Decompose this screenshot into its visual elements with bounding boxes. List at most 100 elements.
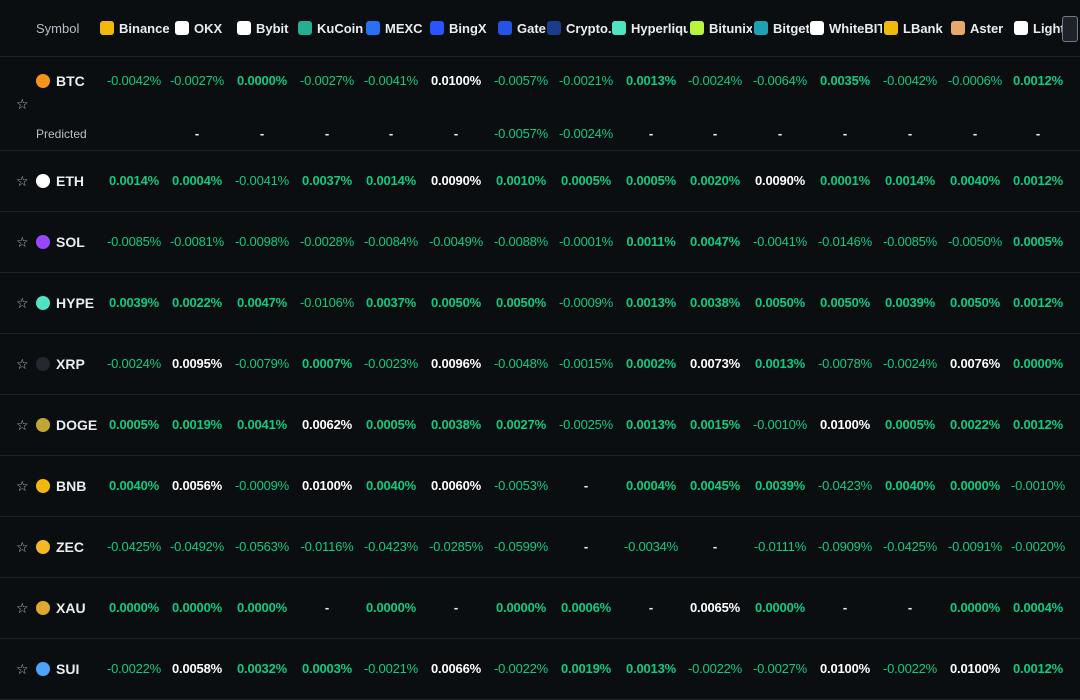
favorite-star-icon[interactable]: ☆ — [16, 418, 29, 432]
bybit-icon — [237, 21, 251, 35]
crypto-com-icon — [547, 21, 561, 35]
table-row[interactable]: ☆ SOL -0.0085% -0.0081% -0.0098% -0.0028% -0.0… — [0, 211, 1080, 273]
funding-rate-cell: -0.0022% — [687, 661, 743, 676]
funding-rate-cell: 0.0001% — [820, 173, 870, 188]
favorite-star-icon[interactable]: ☆ — [16, 601, 29, 615]
predicted-rate-cell: - — [648, 126, 654, 141]
coin-symbol[interactable]: DOGE — [56, 417, 97, 433]
table-row[interactable]: ☆ BNB 0.0040% 0.0056% -0.0009% 0.0100% 0.0040%… — [0, 455, 1080, 517]
funding-rate-cell: 0.0040% — [366, 478, 416, 493]
exchange-header-bitunix[interactable]: Bitunix — [690, 0, 752, 56]
funding-rate-cell: - — [583, 478, 589, 493]
exchange-header-aster[interactable]: Aster — [951, 0, 1013, 56]
funding-rate-cell: - — [712, 539, 718, 554]
funding-rate-cell: 0.0073% — [690, 356, 740, 371]
funding-rate-cell: 0.0005% — [885, 417, 935, 432]
table-row[interactable]: ☆ HYPE 0.0039% 0.0022% 0.0047% -0.0106% 0.0037… — [0, 272, 1080, 334]
funding-rate-cell: 0.0040% — [109, 478, 159, 493]
exchange-header-bitget[interactable]: Bitget — [754, 0, 809, 56]
favorite-star-icon[interactable]: ☆ — [16, 357, 29, 371]
funding-rate-cell: -0.0024% — [882, 356, 938, 371]
binance-icon — [100, 21, 114, 35]
exchange-name: Bitunix — [709, 20, 752, 36]
exchange-header-kucoin[interactable]: KuCoin — [298, 0, 364, 56]
funding-rate-cell: -0.0025% — [558, 417, 614, 432]
sol-icon — [36, 235, 50, 249]
funding-rate-cell: 0.0012% — [1013, 417, 1063, 432]
symbol-column-header[interactable]: Symbol — [36, 0, 96, 56]
funding-rate-cell: 0.0066% — [431, 661, 481, 676]
table-row[interactable]: ☆ DOGE 0.0005% 0.0019% 0.0041% 0.0062% 0.0005%… — [0, 394, 1080, 456]
favorite-star-icon[interactable]: ☆ — [16, 174, 29, 188]
exchange-header-crypto-com[interactable]: Crypto.com — [547, 0, 611, 56]
funding-rate-cell: 0.0100% — [820, 417, 870, 432]
funding-rate-cell: 0.0000% — [496, 600, 546, 615]
table-row[interactable]: ☆ ETH 0.0014% 0.0004% -0.0041% 0.0037% 0.0014%… — [0, 150, 1080, 212]
predicted-rate-cell: - — [972, 126, 978, 141]
favorite-star-icon[interactable]: ☆ — [16, 479, 29, 493]
funding-rate-cell: 0.0096% — [431, 356, 481, 371]
sui-icon — [36, 662, 50, 676]
coin-symbol[interactable]: ZEC — [56, 539, 84, 555]
exchange-header-gate[interactable]: Gate — [498, 0, 546, 56]
funding-rate-cell: 0.0040% — [885, 478, 935, 493]
predicted-rate-cell: - — [388, 126, 394, 141]
funding-rate-cell: 0.0000% — [1013, 356, 1063, 371]
table-row[interactable]: ☆ XAU 0.0000% 0.0000% 0.0000% - 0.0000% - 0.0000… — [0, 577, 1080, 639]
funding-rate-cell: 0.0007% — [302, 356, 352, 371]
coin-symbol[interactable]: XAU — [56, 600, 86, 616]
funding-rate-cell: - — [648, 600, 654, 615]
aster-icon — [951, 21, 965, 35]
exchange-header-bingx[interactable]: BingX — [430, 0, 496, 56]
funding-rate-cell: 0.0015% — [690, 417, 740, 432]
funding-rate-cell: 0.0013% — [755, 356, 805, 371]
funding-rate-cell: 0.0013% — [626, 295, 676, 310]
funding-rate-cell: 0.0062% — [302, 417, 352, 432]
favorite-star-icon[interactable]: ☆ — [16, 296, 29, 310]
xrp-icon — [36, 357, 50, 371]
favorite-star-icon[interactable]: ☆ — [16, 540, 29, 554]
funding-rate-cell: -0.0078% — [817, 356, 873, 371]
bitunix-icon — [690, 21, 704, 35]
coin-symbol[interactable]: HYPE — [56, 295, 94, 311]
funding-rate-cell: -0.0009% — [558, 295, 614, 310]
exchange-header-okx[interactable]: OKX — [175, 0, 235, 56]
funding-rate-cell: 0.0022% — [172, 295, 222, 310]
funding-rate-cell: -0.0024% — [687, 73, 743, 88]
exchange-header-lbank[interactable]: LBank — [884, 0, 948, 56]
coin-symbol[interactable]: SOL — [56, 234, 85, 250]
favorite-star-icon[interactable]: ☆ — [16, 235, 29, 249]
funding-rate-cell: 0.0032% — [237, 661, 287, 676]
table-row[interactable]: ☆ SUI -0.0022% 0.0058% 0.0032% 0.0003% -0.0021… — [0, 638, 1080, 700]
exchange-header-mexc[interactable]: MEXC — [366, 0, 428, 56]
favorite-star-icon[interactable]: ☆ — [16, 97, 29, 111]
funding-rate-cell: -0.0423% — [363, 539, 419, 554]
doge-icon — [36, 418, 50, 432]
funding-rate-cell: - — [324, 600, 330, 615]
funding-rate-cell: 0.0012% — [1013, 173, 1063, 188]
table-row[interactable]: ☆ ZEC -0.0425% -0.0492% -0.0563% -0.0116% -0.0… — [0, 516, 1080, 578]
funding-rate-cell: 0.0012% — [1013, 73, 1063, 88]
table-row[interactable]: ☆ BTC -0.0042% -0.0027% 0.0000% -0.0027% -0.00… — [0, 56, 1080, 151]
exchange-header-hyperliquid[interactable]: Hyperliquid — [612, 0, 688, 56]
funding-rate-cell: - — [842, 600, 848, 615]
favorite-star-icon[interactable]: ☆ — [16, 662, 29, 676]
exchange-name: WhiteBIT — [829, 20, 882, 36]
predicted-rate-cell: - — [194, 126, 200, 141]
scroll-right-button[interactable] — [1062, 16, 1078, 42]
funding-rate-cell: 0.0038% — [690, 295, 740, 310]
table-row[interactable]: ☆ XRP -0.0024% 0.0095% -0.0079% 0.0007% -0.002… — [0, 333, 1080, 395]
funding-rate-cell: 0.0013% — [626, 661, 676, 676]
coin-symbol[interactable]: BTC — [56, 73, 85, 89]
coin-symbol[interactable]: ETH — [56, 173, 84, 189]
exchange-header-binance[interactable]: Binance — [100, 0, 170, 56]
funding-rate-cell: -0.0116% — [300, 539, 354, 554]
funding-rate-cell: -0.0022% — [106, 661, 162, 676]
funding-rate-cell: 0.0000% — [237, 73, 287, 88]
coin-symbol[interactable]: BNB — [56, 478, 86, 494]
exchange-header-bybit[interactable]: Bybit — [237, 0, 297, 56]
coin-symbol[interactable]: XRP — [56, 356, 85, 372]
exchange-header-whitebit[interactable]: WhiteBIT — [810, 0, 882, 56]
funding-rate-cell: -0.0909% — [817, 539, 873, 554]
coin-symbol[interactable]: SUI — [56, 661, 79, 677]
